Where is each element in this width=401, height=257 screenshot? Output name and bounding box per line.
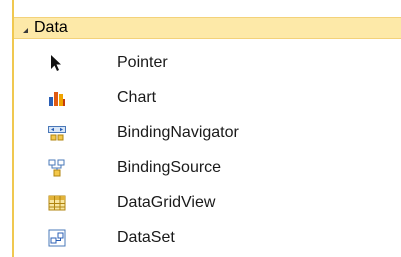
item-label: DataSet	[117, 228, 175, 246]
toolbox-item-bindingnavigator[interactable]: BindingNavigator	[14, 116, 401, 149]
item-label: DataGridView	[117, 193, 216, 211]
toolbox-item-pointer[interactable]: Pointer	[14, 46, 401, 79]
binding-navigator-icon	[48, 125, 66, 140]
datagridview-icon	[48, 195, 66, 210]
chart-icon	[49, 91, 65, 106]
item-label: BindingNavigator	[117, 123, 239, 141]
dataset-icon	[48, 229, 66, 246]
pointer-arrow-icon	[51, 54, 61, 71]
data-section-header[interactable]: Data	[14, 17, 401, 39]
item-label: BindingSource	[117, 158, 222, 176]
item-label: Pointer	[117, 53, 168, 71]
toolbox-item-dataset[interactable]: DataSet	[14, 221, 401, 254]
item-label: Chart	[117, 88, 157, 106]
binding-source-icon	[48, 159, 65, 176]
toolbox-item-bindingsource[interactable]: BindingSource	[14, 151, 401, 184]
collapse-triangle-icon[interactable]	[23, 27, 28, 33]
toolbox-item-chart[interactable]: Chart	[14, 81, 401, 114]
section-title: Data	[34, 19, 68, 36]
toolbox-item-datagridview[interactable]: DataGridView	[14, 186, 401, 219]
toolbox-panel: Data Pointer Chart BindingNavigator Bind…	[0, 0, 401, 257]
